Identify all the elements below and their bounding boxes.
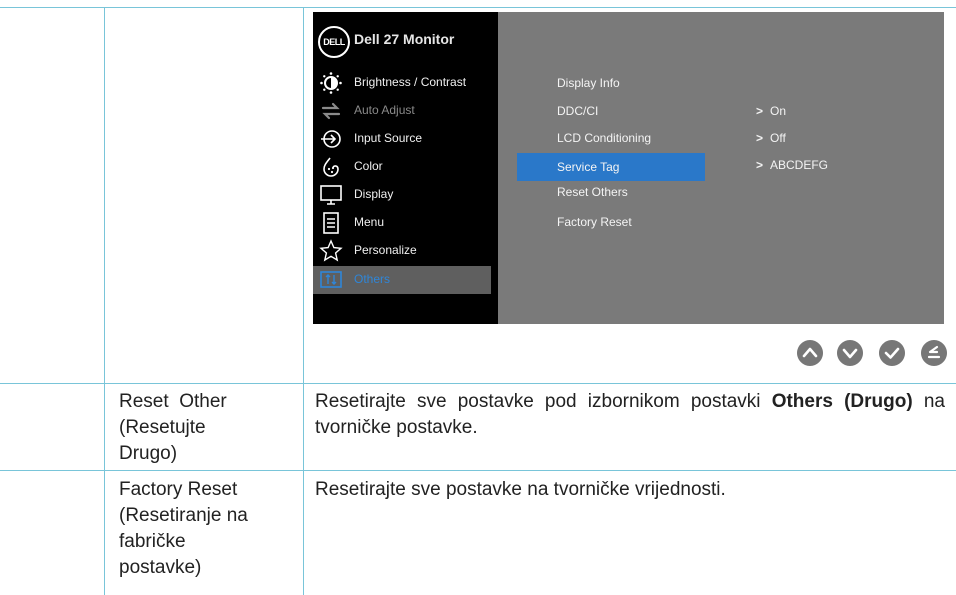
- row-factory-reset-description: Resetirajte sve postavke na tvorničke vr…: [315, 479, 726, 500]
- value-text: Off: [770, 131, 786, 145]
- menu-item-label: Display: [354, 187, 394, 201]
- check-button-icon[interactable]: [878, 339, 906, 367]
- osd-header: DELL Dell 27 Monitor: [313, 12, 498, 62]
- menu-item-label: Auto Adjust: [354, 103, 415, 117]
- menu-item-input-source[interactable]: Input Source: [313, 125, 498, 153]
- menu-item-personalize[interactable]: Personalize: [313, 237, 498, 265]
- input-source-icon: [321, 130, 341, 148]
- description-text: Resetirajte sve postavke pod izbornikom …: [315, 391, 772, 412]
- auto-adjust-icon: [321, 102, 341, 120]
- dell-logo: DELL: [318, 26, 350, 58]
- brightness-icon: [320, 72, 342, 94]
- submenu-item-reset-others[interactable]: Reset Others: [557, 185, 628, 199]
- chevron-right-icon: >: [756, 131, 764, 145]
- name-line: postavke): [119, 557, 202, 578]
- menu-item-menu[interactable]: Menu: [313, 209, 498, 237]
- menu-item-label: Personalize: [354, 243, 417, 257]
- back-button-icon[interactable]: [920, 339, 948, 367]
- service-tag-value: > ABCDEFG: [756, 158, 828, 172]
- menu-icon: [323, 212, 339, 234]
- table-border-row1: [0, 383, 956, 384]
- value-text: On: [770, 104, 787, 118]
- table-border-row2: [0, 470, 956, 471]
- chevron-right-icon: >: [756, 104, 764, 118]
- row-factory-reset-name: Factory Reset (Resetiranje na fabričke p…: [119, 477, 299, 581]
- menu-item-label: Others: [354, 272, 391, 286]
- description-bold: Others (Drugo): [771, 391, 913, 412]
- value-text: ABCDEFG: [770, 158, 829, 172]
- table-border-col1: [104, 7, 105, 595]
- menu-item-display[interactable]: Display: [313, 181, 498, 209]
- submenu-item-factory-reset[interactable]: Factory Reset: [557, 215, 632, 229]
- osd-screenshot: DELL Dell 27 Monitor Brightness / Contra…: [313, 12, 944, 324]
- submenu-item-service-tag[interactable]: Service Tag: [557, 160, 619, 174]
- row-reset-other-name: Reset Other (Resetujte Drugo): [119, 389, 299, 467]
- others-icon: [320, 271, 342, 288]
- submenu-item-lcd-conditioning[interactable]: LCD Conditioning: [557, 131, 651, 145]
- name-line: fabričke: [119, 531, 186, 552]
- up-button-icon[interactable]: [796, 339, 824, 367]
- menu-item-label: Input Source: [354, 131, 423, 145]
- osd-title: Dell 27 Monitor: [354, 31, 455, 47]
- submenu-item-ddc-ci[interactable]: DDC/CI: [557, 104, 598, 118]
- menu-item-label: Color: [354, 159, 383, 173]
- row-reset-other-description: Resetirajte sve postavke pod izbornikom …: [315, 389, 945, 441]
- chevron-right-icon: >: [756, 158, 764, 172]
- table-border-top: [0, 7, 956, 8]
- lcd-conditioning-value: > Off: [756, 131, 786, 145]
- name-line: Reset Other: [119, 391, 227, 412]
- menu-item-others[interactable]: Others: [313, 266, 491, 294]
- display-icon: [320, 185, 342, 205]
- menu-item-auto-adjust[interactable]: Auto Adjust: [313, 97, 498, 125]
- menu-item-label: Brightness / Contrast: [354, 75, 467, 89]
- name-line: (Resetujte: [119, 417, 206, 438]
- ddc-ci-value: > On: [756, 104, 786, 118]
- star-icon: [319, 239, 343, 262]
- name-line: Drugo): [119, 443, 178, 464]
- color-icon: [323, 157, 339, 177]
- table-border-col2: [303, 7, 304, 595]
- name-line: Factory Reset: [119, 479, 238, 500]
- menu-item-brightness-contrast[interactable]: Brightness / Contrast: [313, 69, 498, 97]
- submenu-item-display-info[interactable]: Display Info: [557, 76, 620, 90]
- menu-item-color[interactable]: Color: [313, 153, 498, 181]
- menu-item-label: Menu: [354, 215, 385, 229]
- down-button-icon[interactable]: [836, 339, 864, 367]
- name-line: (Resetiranje na: [119, 505, 248, 526]
